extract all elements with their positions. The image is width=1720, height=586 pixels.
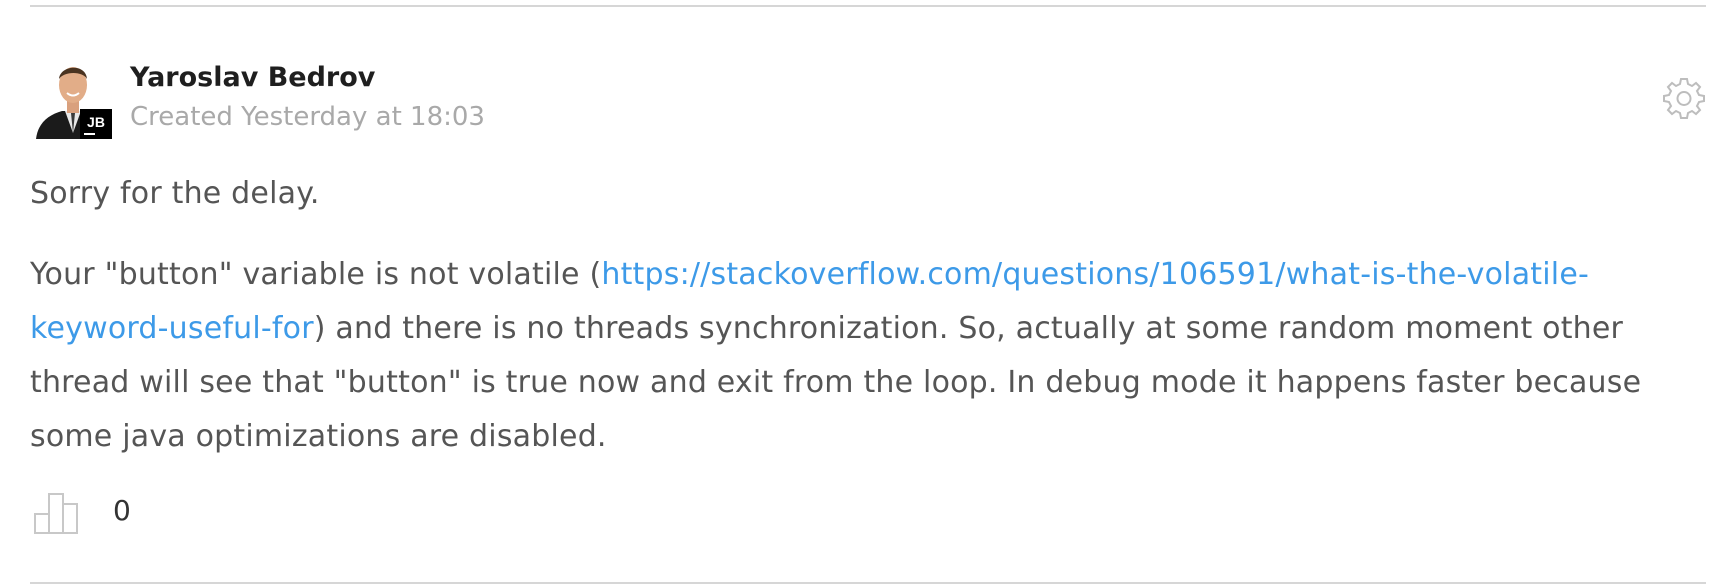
author-name[interactable]: Yaroslav Bedrov: [130, 62, 375, 93]
paragraph-2-text-before-link: Your "button" variable is not volatile (: [30, 257, 602, 292]
vote-count: 0: [113, 494, 131, 527]
comment-card: JB Yaroslav Bedrov Created Yesterday at …: [0, 0, 1720, 586]
top-divider: [30, 5, 1706, 7]
vote-bars-icon[interactable]: [34, 490, 86, 534]
comment-paragraph-1: Sorry for the delay.: [30, 176, 320, 211]
author-avatar[interactable]: JB: [34, 59, 112, 139]
comment-paragraph-2: Your "button" variable is not volatile (…: [30, 248, 1700, 464]
created-timestamp: Created Yesterday at 18:03: [130, 102, 485, 132]
badge-text: JB: [87, 114, 105, 130]
bottom-divider: [30, 582, 1706, 584]
gear-icon[interactable]: [1662, 76, 1706, 120]
